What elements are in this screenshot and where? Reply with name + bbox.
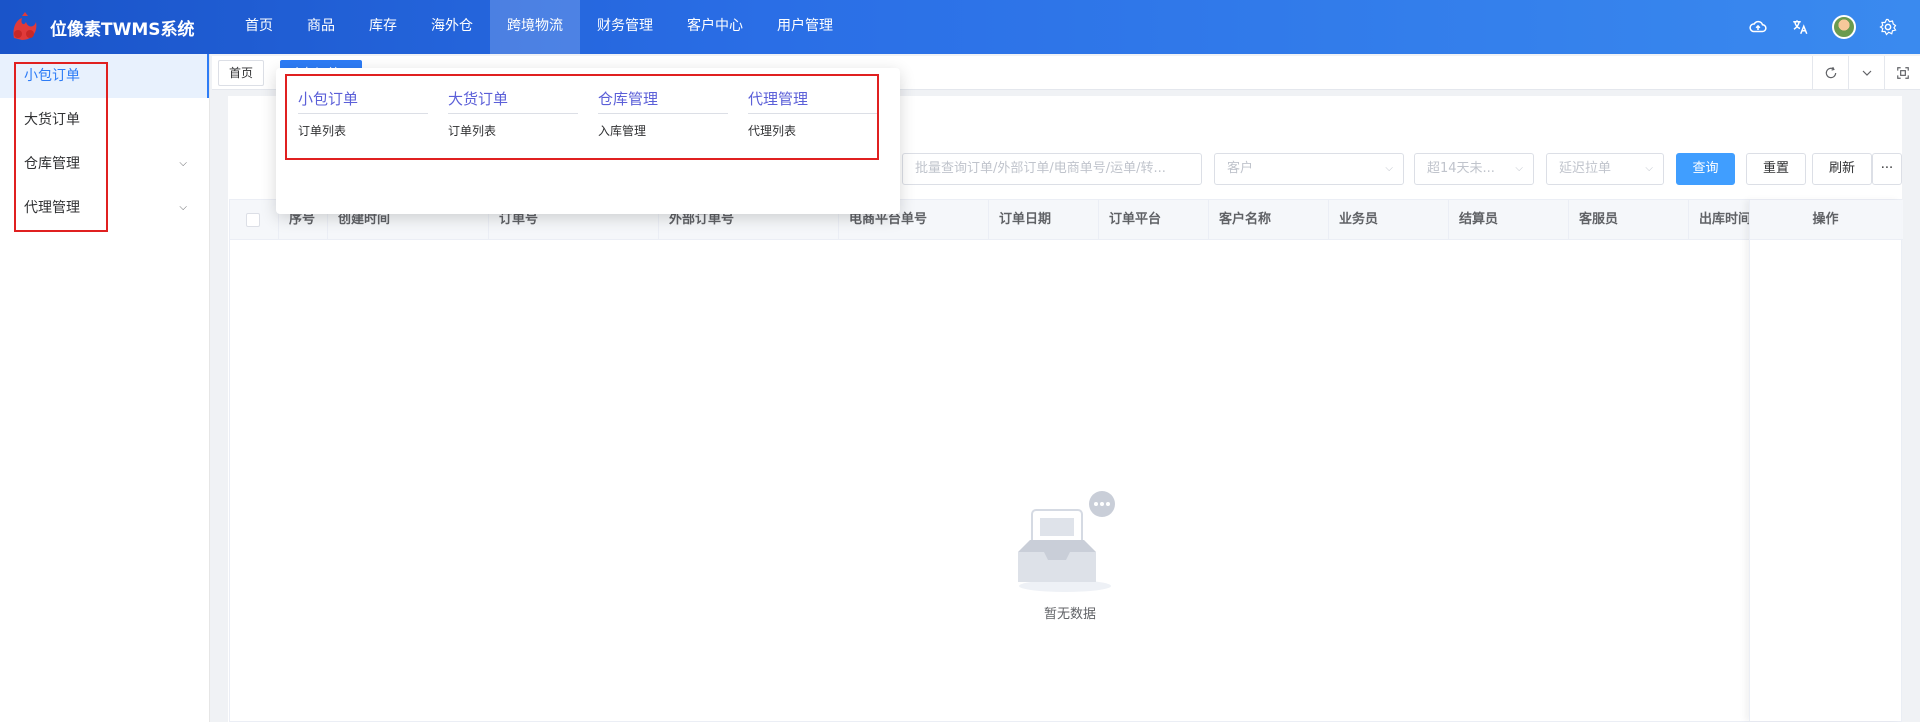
nav-item-home[interactable]: 首页 xyxy=(228,0,290,54)
chevron-down-icon: ⌵ xyxy=(1515,163,1523,174)
empty-state-illustration xyxy=(1010,490,1130,604)
nav-item-customer-center[interactable]: 客户中心 xyxy=(670,0,760,54)
chevron-down-icon: ⌵ xyxy=(1645,163,1653,174)
column-header-customer-service: 客服员 xyxy=(1569,200,1689,240)
dropdown-link-agent-list[interactable]: 代理列表 xyxy=(748,122,878,139)
avatar[interactable] xyxy=(1832,15,1856,39)
dropdown-link-bulk-order-list[interactable]: 订单列表 xyxy=(448,122,578,139)
reset-button[interactable]: 重置 xyxy=(1746,153,1806,185)
dropdown-column-bulk-orders: 大货订单 订单列表 xyxy=(448,84,578,139)
nav-item-inventory[interactable]: 库存 xyxy=(352,0,414,54)
logistics-dropdown-menu: 小包订单 订单列表 大货订单 订单列表 仓库管理 入库管理 代理管理 代理列表 xyxy=(276,68,900,214)
dropdown-title-bulk-orders[interactable]: 大货订单 xyxy=(448,84,578,114)
dropdown-link-inbound-management[interactable]: 入库管理 xyxy=(598,122,728,139)
sidebar-item-agent-management[interactable]: 代理管理 ⌵ xyxy=(0,186,209,230)
select-all-checkbox[interactable] xyxy=(246,213,260,227)
main-nav: 首页 商品 库存 海外仓 跨境物流 财务管理 客户中心 用户管理 xyxy=(228,0,850,54)
dropdown-title-warehouse-management[interactable]: 仓库管理 xyxy=(598,84,728,114)
gear-icon[interactable] xyxy=(1878,17,1898,37)
dropdown-column-warehouse-management: 仓库管理 入库管理 xyxy=(598,84,728,139)
column-header-order-platform: 订单平台 xyxy=(1099,200,1209,240)
app-title: 位像素TWMS系统 xyxy=(50,19,195,40)
customer-select-placeholder: 客户 xyxy=(1227,161,1254,176)
logo-mark-icon xyxy=(13,12,37,40)
dropdown-title-parcel-orders[interactable]: 小包订单 xyxy=(298,84,428,114)
dropdown-title-agent-management[interactable]: 代理管理 xyxy=(748,84,878,114)
fullscreen-icon[interactable] xyxy=(1884,56,1920,90)
column-header-salesperson: 业务员 xyxy=(1329,200,1449,240)
chevron-down-icon: ⌵ xyxy=(1385,163,1393,174)
nav-item-finance[interactable]: 财务管理 xyxy=(580,0,670,54)
column-header-settler: 结算员 xyxy=(1449,200,1569,240)
logo[interactable]: 位像素TWMS系统 xyxy=(0,10,220,44)
customer-select[interactable]: 客户 ⌵ xyxy=(1214,153,1404,185)
sidebar-item-parcel-orders[interactable]: 小包订单 xyxy=(0,54,209,98)
chevron-down-icon: ⌵ xyxy=(179,202,187,213)
tabs-actions xyxy=(1812,56,1920,90)
nav-item-user-management[interactable]: 用户管理 xyxy=(760,0,850,54)
orders-table: 序号 创建时间 订单号 外部订单号 电商平台单号 订单日期 订单平台 客户名称 … xyxy=(229,199,1903,722)
sidebar: 小包订单 大货订单 仓库管理 ⌵ 代理管理 ⌵ xyxy=(0,54,210,722)
overdue-select[interactable]: 超14天未... ⌵ xyxy=(1414,153,1534,185)
sidebar-item-label: 仓库管理 xyxy=(24,156,80,172)
sidebar-item-warehouse-management[interactable]: 仓库管理 ⌵ xyxy=(0,142,209,186)
overdue-select-placeholder: 超14天未... xyxy=(1427,161,1495,176)
column-header-actions: 操作 xyxy=(1750,200,1901,240)
sidebar-item-label: 代理管理 xyxy=(24,200,80,216)
column-header-order-date: 订单日期 xyxy=(989,200,1099,240)
nav-item-overseas-warehouse[interactable]: 海外仓 xyxy=(414,0,490,54)
empty-state-text: 暂无数据 xyxy=(1043,607,1096,622)
tab-home[interactable]: 首页 xyxy=(218,60,265,86)
dropdown-link-parcel-order-list[interactable]: 订单列表 xyxy=(298,122,428,139)
header-actions xyxy=(1748,0,1920,54)
sidebar-item-label: 小包订单 xyxy=(24,68,80,84)
sidebar-item-bulk-orders[interactable]: 大货订单 xyxy=(0,98,209,142)
nav-item-cross-border-logistics[interactable]: 跨境物流 xyxy=(490,0,580,54)
sidebar-item-label: 大货订单 xyxy=(24,112,80,128)
refresh-tab-icon[interactable] xyxy=(1812,56,1848,90)
nav-item-products[interactable]: 商品 xyxy=(290,0,352,54)
select-all-cell xyxy=(230,200,279,240)
more-button[interactable]: ··· xyxy=(1872,153,1902,185)
dropdown-column-agent-management: 代理管理 代理列表 xyxy=(748,84,878,139)
dropdown-column-parcel-orders: 小包订单 订单列表 xyxy=(298,84,428,139)
refresh-button[interactable]: 刷新 xyxy=(1812,153,1872,185)
empty-box-icon xyxy=(1018,491,1115,592)
query-button[interactable]: 查询 xyxy=(1676,153,1735,185)
cloud-upload-icon[interactable] xyxy=(1748,17,1768,37)
top-header: 位像素TWMS系统 首页 商品 库存 海外仓 跨境物流 财务管理 客户中心 用户… xyxy=(0,0,1920,54)
column-header-customer-name: 客户名称 xyxy=(1209,200,1329,240)
delay-pull-select[interactable]: 延迟拉单 ⌵ xyxy=(1546,153,1664,185)
delay-pull-select-placeholder: 延迟拉单 xyxy=(1559,161,1612,176)
chevron-down-icon: ⌵ xyxy=(179,158,187,169)
chevron-down-icon[interactable] xyxy=(1848,56,1884,90)
search-input[interactable]: 批量查询订单/外部订单/电商单号/运单/转... xyxy=(902,153,1202,185)
translate-icon[interactable] xyxy=(1790,17,1810,37)
action-column: 操作 xyxy=(1749,200,1901,721)
